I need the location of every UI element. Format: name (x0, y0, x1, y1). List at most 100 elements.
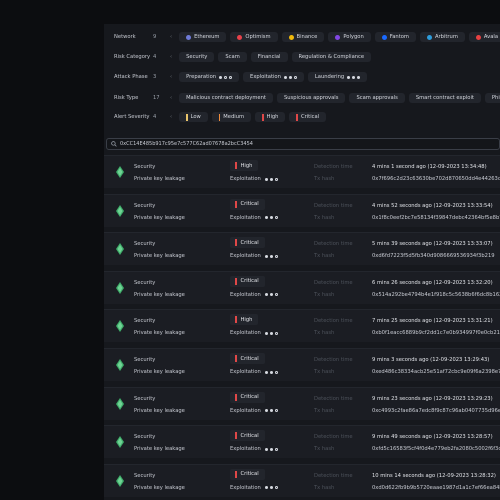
phase-dot (269, 370, 273, 374)
tx-hash[interactable]: 0xd0d622fb9b9b5720eaae1987d1a1c7ef66ea84… (372, 485, 500, 491)
alert-row[interactable]: Security Private key leakage Critical Explo… (104, 463, 500, 497)
tx-hash[interactable]: 0xc4993c2fae86a7edc8f9c87c96ab0407735d96… (372, 408, 500, 414)
alert-row[interactable]: Security Private key leakage High Exploitat… (104, 155, 500, 188)
phase-dot (264, 486, 268, 490)
alert-severity-chips: ‹ Low Medium High Critical (170, 112, 327, 122)
severity-badge: Critical (230, 275, 265, 287)
phase-dot (274, 331, 278, 335)
severity-label: Critical (240, 432, 259, 439)
filter-chip[interactable]: Preparation (179, 72, 240, 82)
severity-label: Critical (240, 239, 259, 246)
alert-row[interactable]: Security Private key leakage Critical Explo… (104, 425, 500, 459)
chevron-left-icon[interactable]: ‹ (170, 114, 172, 120)
filter-chip-label: Laundering (314, 74, 345, 80)
severity-badge: Critical (230, 430, 265, 442)
alert-row[interactable]: Security Private key leakage Critical Explo… (104, 386, 500, 420)
severity-marker (235, 470, 237, 478)
filter-chip[interactable]: Exploitation (243, 72, 304, 82)
severity-badge: High (230, 314, 259, 326)
alert-row[interactable]: Security Private key leakage High Exploitat… (104, 309, 500, 343)
phase-dot (274, 486, 278, 490)
binance-icon (288, 34, 294, 40)
severity-badge: Critical (230, 353, 265, 364)
filter-chip-label: High (266, 114, 279, 120)
filter-chip[interactable]: Avala (468, 32, 500, 42)
filter-chip-label: Polygon (343, 34, 364, 40)
chevron-left-icon[interactable]: ‹ (170, 34, 172, 40)
filter-chip[interactable]: Suspicious approvals (276, 93, 346, 103)
detection-time-label: Detection time (314, 164, 353, 170)
filter-chip[interactable]: Arbitrum (419, 32, 465, 42)
shield-leaf-icon (116, 397, 124, 410)
severity-label: Critical (240, 201, 259, 208)
filter-chip[interactable]: Scam approvals (349, 93, 405, 103)
tx-hash-label: Tx hash (314, 446, 335, 453)
phase-dot (264, 216, 268, 220)
filter-chip[interactable]: Binance (281, 32, 325, 42)
tx-hash[interactable]: 0x7f696c2d23c63630be702d870650dd4e44263c… (372, 176, 500, 182)
severity-label: High (240, 316, 253, 323)
filter-chip-label: Scam (225, 54, 240, 60)
alert-category: Security (134, 395, 156, 402)
phase-level-dots (264, 486, 278, 490)
tx-hash[interactable]: 0xb0f1eacc6889b9cf2dd1c7e0b934997f0e0cb2… (372, 330, 500, 336)
phase-dot (269, 254, 273, 258)
filter-chip-label: Optimism (245, 34, 271, 40)
filter-chip[interactable]: Malicious contract deployment (179, 93, 273, 103)
phase-label: Exploitation (230, 446, 261, 453)
alert-row[interactable]: Security Private key leakage Critical Explo… (104, 193, 500, 227)
search-input[interactable]: 0xCC14E485b917c95e7c577C62ad07678a2bcC34… (106, 138, 500, 150)
tx-hash[interactable]: 0x1f8c0eef2bc7e58134f39847debc42364bf5e8… (372, 215, 500, 221)
tx-hash[interactable]: 0xfd5c16583f5cf4f0d4e779eb2fa2080c5002f6… (372, 446, 500, 452)
phase-dot (274, 216, 278, 220)
filter-count: 17 (153, 95, 160, 101)
detection-time: 4 mins 52 seconds ago (12-09-2023 13:33:… (372, 202, 493, 209)
filter-chip[interactable]: Low (179, 112, 208, 122)
tx-hash[interactable]: 0xed486c38334acb25e51af72cbc9e09f6a2398e… (372, 369, 500, 375)
shield-leaf-icon (116, 166, 124, 178)
phase-level-dots (264, 254, 278, 258)
tx-hash[interactable]: 0x514a292be4794b4e1f918c5c5638b6f6dc8b16… (372, 292, 500, 298)
phase-label: Exploitation (230, 330, 261, 337)
filter-chip[interactable]: Ethereum (179, 32, 227, 42)
shield-leaf-icon (116, 474, 124, 487)
attack-phase: Exploitation (230, 292, 278, 298)
chevron-left-icon[interactable]: ‹ (170, 54, 172, 60)
filter-chip[interactable]: Financial (250, 52, 288, 62)
filter-chip-label: Smart contract exploit (415, 95, 474, 101)
filter-chip[interactable]: Regulation & Compliance (291, 52, 372, 62)
alert-row[interactable]: Security Private key leakage Critical Explo… (104, 232, 500, 266)
filter-label: Network (114, 34, 136, 40)
phase-dot (264, 254, 268, 258)
severity-label: Critical (240, 394, 259, 401)
shield-leaf-icon (116, 281, 124, 294)
chevron-left-icon[interactable]: ‹ (170, 74, 172, 80)
filter-chip[interactable]: Fantom (374, 32, 416, 42)
filter-chip-label: Scam approvals (356, 95, 398, 101)
filter-chip[interactable]: Security (179, 52, 215, 62)
filter-chip[interactable]: Polygon (328, 32, 371, 42)
filter-chip[interactable]: Smart contract exploit (408, 93, 481, 103)
filter-chip[interactable]: Scam (218, 52, 247, 62)
phase-level-dots (347, 75, 361, 79)
filter-chip[interactable]: Phishing (484, 93, 500, 103)
filter-count: 4 (153, 114, 157, 120)
attack-phase: Exploitation (230, 485, 278, 491)
detection-time-label: Detection time (314, 318, 353, 325)
phase-dot (264, 331, 268, 335)
alert-row[interactable]: Security Private key leakage Critical Explo… (104, 348, 500, 381)
network-chips: ‹ Ethereum Optimism Binance Polygon Fantom Arb… (170, 32, 500, 42)
detection-time-label: Detection time (314, 279, 353, 286)
filter-chip[interactable]: Critical (289, 112, 327, 122)
tx-hash-label: Tx hash (314, 330, 335, 337)
filter-chip[interactable]: Optimism (230, 32, 278, 42)
phase-label: Exploitation (230, 484, 261, 491)
filter-chip[interactable]: High (255, 112, 286, 122)
tx-hash-label: Tx hash (314, 214, 335, 221)
filter-chip[interactable]: Laundering (307, 72, 368, 82)
alert-row[interactable]: Security Private key leakage Critical Explo… (104, 270, 500, 304)
arbitrum-icon (426, 34, 432, 40)
tx-hash[interactable]: 0xd6fd7223f5d5fb340d9086669536934f3b219 (372, 253, 495, 259)
filter-chip[interactable]: Medium (211, 112, 252, 122)
chevron-left-icon[interactable]: ‹ (170, 95, 172, 101)
